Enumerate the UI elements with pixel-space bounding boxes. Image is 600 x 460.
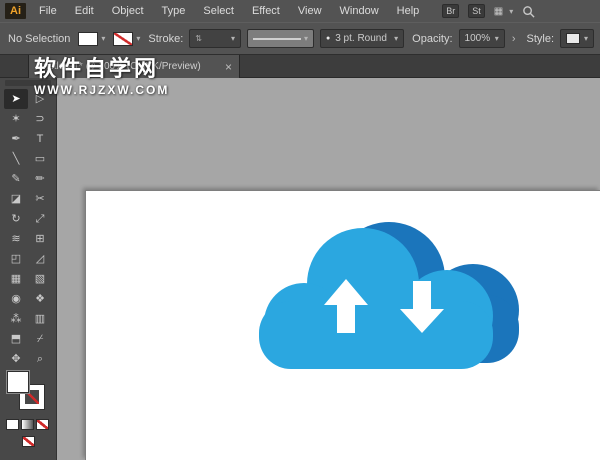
scissors-tool[interactable]: ✂	[28, 189, 52, 209]
style-swatch	[566, 33, 580, 44]
chevron-down-icon: ▾	[101, 34, 105, 43]
pen-tool[interactable]: ✒	[4, 129, 28, 149]
color-button[interactable]	[6, 419, 19, 430]
opacity-more-button[interactable]: ›	[509, 33, 519, 45]
menu-item-effect[interactable]: Effect	[243, 2, 289, 20]
document-tab[interactable]: Untitled-1* @ 100% (CMYK/Preview) ×	[28, 55, 240, 78]
workspace-switcher[interactable]: ▦ ▾	[494, 6, 513, 17]
perspective-grid-tool[interactable]: ◿	[28, 249, 52, 269]
style-control: Style: ▾	[518, 29, 594, 48]
eraser-tool[interactable]: ◪	[4, 189, 28, 209]
menu-item-view[interactable]: View	[289, 2, 331, 20]
menu-item-edit[interactable]: Edit	[66, 2, 103, 20]
stroke-weight-field[interactable]: ⇅ ▾	[189, 29, 241, 48]
color-mode-buttons	[6, 419, 49, 430]
menu-items: FileEditObjectTypeSelectEffectViewWindow…	[30, 2, 428, 20]
opacity-value: 100%	[465, 33, 491, 44]
artboard[interactable]	[85, 190, 600, 460]
line-segment-tool[interactable]: ╲	[4, 149, 28, 169]
direct-selection-tool[interactable]: ▷	[28, 89, 52, 109]
selection-tool[interactable]: ➤	[4, 89, 28, 109]
chevron-down-icon: ▾	[495, 34, 499, 43]
paintbrush-tool[interactable]: ✎	[4, 169, 28, 189]
scale-tool[interactable]: ⤢	[28, 209, 52, 229]
tab-close-button[interactable]: ×	[225, 61, 232, 73]
uniform-profile-icon	[253, 38, 301, 40]
opacity-label: Opacity:	[412, 33, 452, 45]
menu-bar: Ai FileEditObjectTypeSelectEffectViewWin…	[0, 0, 600, 22]
pencil-tool[interactable]: ✏	[28, 169, 52, 189]
stroke-color-control[interactable]: ▾	[113, 32, 140, 46]
menu-item-select[interactable]: Select	[194, 2, 243, 20]
menu-item-file[interactable]: File	[30, 2, 66, 20]
menu-item-type[interactable]: Type	[153, 2, 195, 20]
brush-preview-icon: ●	[326, 35, 330, 42]
lasso-tool[interactable]: ⊃	[28, 109, 52, 129]
stepper-arrows-icon[interactable]: ⇅	[195, 34, 202, 43]
rectangle-tool[interactable]: ▭	[28, 149, 52, 169]
menu-item-object[interactable]: Object	[103, 2, 153, 20]
gradient-tool[interactable]: ▧	[28, 269, 52, 289]
width-profile-dropdown[interactable]: ▾	[247, 29, 314, 48]
tools-panel: ➤▷✶⊃✒T╲▭✎✏◪✂↻⤢≋⊞◰◿▦▧◉❖⁂▥⬒⌿✥⌕	[0, 78, 57, 460]
style-label: Style:	[526, 33, 554, 45]
document-tab-strip: Untitled-1* @ 100% (CMYK/Preview) ×	[0, 55, 600, 78]
blend-tool[interactable]: ❖	[28, 289, 52, 309]
menu-item-help[interactable]: Help	[388, 2, 429, 20]
free-transform-tool[interactable]: ⊞	[28, 229, 52, 249]
search-icon[interactable]	[522, 5, 535, 18]
stock-button[interactable]: St	[468, 4, 485, 18]
brush-definition-dropdown[interactable]: ● 3 pt. Round ▾	[320, 29, 404, 48]
document-tab-title: Untitled-1* @ 100% (CMYK/Preview)	[36, 61, 219, 72]
type-tool[interactable]: T	[28, 129, 52, 149]
symbol-sprayer-tool[interactable]: ⁂	[4, 309, 28, 329]
artboard-tool[interactable]: ⬒	[4, 329, 28, 349]
tool-grid: ➤▷✶⊃✒T╲▭✎✏◪✂↻⤢≋⊞◰◿▦▧◉❖⁂▥⬒⌿✥⌕	[0, 86, 56, 369]
stroke-none-swatch[interactable]	[113, 32, 133, 46]
cloud-artwork[interactable]	[86, 191, 600, 460]
chevron-down-icon: ▾	[136, 34, 140, 43]
control-bar: No Selection ▾ ▾ Stroke: ⇅ ▾ ▾ ● 3 pt. R…	[0, 22, 600, 55]
none-button[interactable]	[36, 419, 49, 430]
fill-color-control[interactable]: ▾	[78, 32, 105, 46]
chevron-down-icon: ▾	[509, 7, 513, 16]
chevron-down-icon: ▾	[584, 34, 588, 43]
zoom-tool[interactable]: ⌕	[28, 349, 52, 369]
chevron-down-icon: ▾	[231, 34, 235, 43]
shape-builder-tool[interactable]: ◰	[4, 249, 28, 269]
magic-wand-tool[interactable]: ✶	[4, 109, 28, 129]
eyedropper-tool[interactable]: ◉	[4, 289, 28, 309]
cloud-front-shape	[259, 228, 493, 369]
workspace-grid-icon: ▦	[494, 6, 503, 17]
gradient-button[interactable]	[21, 419, 34, 430]
style-dropdown[interactable]: ▾	[560, 29, 594, 48]
rotate-tool[interactable]: ↻	[4, 209, 28, 229]
fill-color-swatch[interactable]	[6, 370, 30, 394]
stroke-none-indicator	[22, 436, 35, 447]
menu-item-window[interactable]: Window	[331, 2, 388, 20]
opacity-dropdown[interactable]: 100% ▾	[459, 29, 505, 48]
chevron-down-icon: ▾	[394, 34, 398, 43]
fill-swatch[interactable]	[78, 32, 98, 46]
app-logo: Ai	[5, 3, 26, 19]
bridge-button[interactable]: Br	[442, 4, 459, 18]
mesh-tool[interactable]: ▦	[4, 269, 28, 289]
width-tool[interactable]: ≋	[4, 229, 28, 249]
hand-tool[interactable]: ✥	[4, 349, 28, 369]
stroke-label: Stroke:	[148, 33, 183, 45]
canvas-pasteboard[interactable]	[57, 78, 600, 460]
selection-status-label: No Selection	[8, 33, 70, 45]
menu-right-controls: Br St ▦ ▾	[442, 4, 535, 18]
brush-definition-value: 3 pt. Round	[335, 33, 387, 44]
graph-tool[interactable]: ▥	[28, 309, 52, 329]
chevron-down-icon: ▾	[304, 34, 308, 43]
slice-tool[interactable]: ⌿	[28, 329, 52, 349]
